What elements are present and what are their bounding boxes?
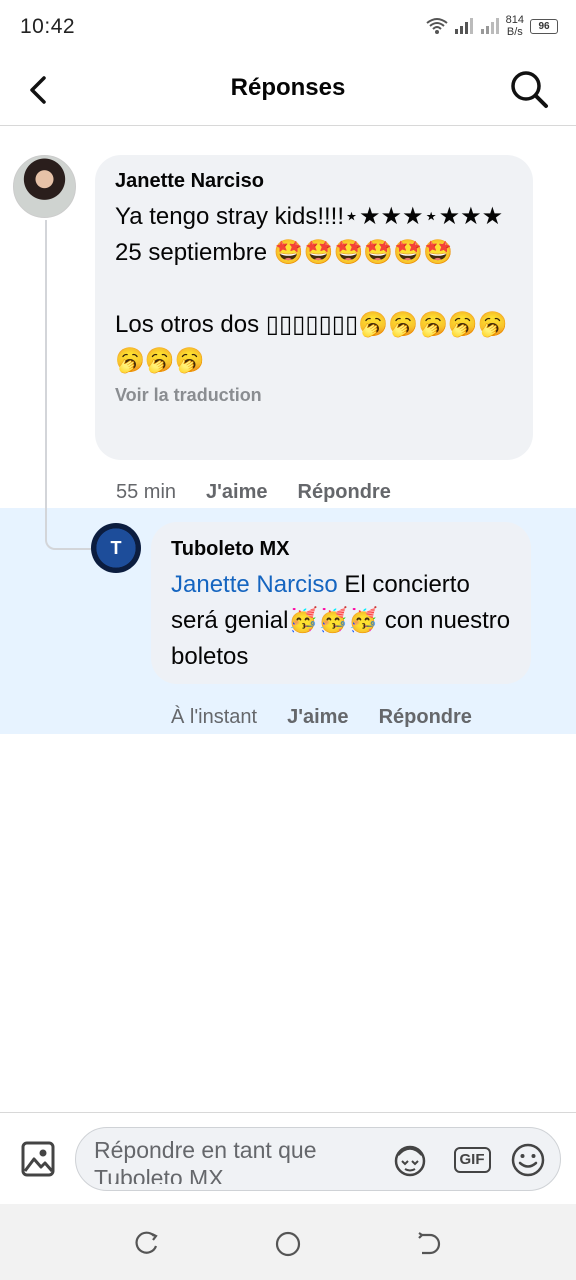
signal-icon-2 [480, 18, 499, 34]
reply-actions: À l'instant J'aime Répondre [171, 706, 472, 729]
reply-text: Janette Narciso El concierto será genial… [171, 567, 511, 675]
reply-time: À l'instant [171, 706, 258, 728]
status-time: 10:42 [20, 15, 76, 38]
comment-time: 55 min [116, 481, 177, 503]
header: Réponses [0, 54, 576, 126]
recent-apps-icon[interactable] [134, 1230, 162, 1258]
emoji-icon[interactable] [508, 1142, 548, 1178]
thread-connector [45, 220, 91, 550]
mention-link[interactable]: Janette Narciso [171, 571, 338, 598]
like-button[interactable]: J'aime [206, 481, 267, 504]
translate-link[interactable]: Voir la traduction [115, 385, 513, 406]
system-nav-bar [0, 1204, 576, 1280]
reply-bubble[interactable]: Tuboleto MX Janette Narciso El concierto… [151, 522, 531, 684]
comment-actions: 55 min J'aime Répondre [116, 481, 391, 504]
compose-bar: Répondre en tant que Tuboleto MX GIF [0, 1112, 576, 1204]
reply-button[interactable]: Répondre [298, 481, 391, 504]
nav-back-icon[interactable] [414, 1230, 442, 1258]
status-indicators: 814 B/s 96 [426, 14, 558, 38]
avatar-janette[interactable] [13, 155, 76, 218]
avatar-tuboleto[interactable]: T [91, 523, 141, 573]
page-title: Réponses [230, 74, 346, 101]
comment-author[interactable]: Janette Narciso [115, 170, 513, 193]
reply-placeholder: Répondre en tant que Tuboleto MX [94, 1137, 317, 1184]
gif-button[interactable]: GIF [452, 1142, 492, 1178]
net-speed-unit: B/s [506, 26, 523, 38]
avatar-sticker-icon[interactable] [390, 1142, 430, 1178]
photo-icon[interactable] [20, 1139, 56, 1179]
wifi-icon [426, 18, 448, 34]
like-button[interactable]: J'aime [287, 706, 348, 729]
battery-icon: 96 [530, 18, 558, 34]
reply-input[interactable]: Répondre en tant que Tuboleto MX GIF [75, 1127, 561, 1191]
comment-text: Ya tengo stray kids!!!!⋆★★★⋆★★★ 25 septi… [115, 203, 508, 374]
reply-author[interactable]: Tuboleto MX [171, 538, 511, 561]
avatar-logo-text: T [110, 537, 122, 558]
battery-level: 96 [538, 20, 550, 32]
net-speed-value: 814 [505, 14, 524, 26]
home-icon[interactable] [274, 1230, 302, 1258]
gif-label: GIF [453, 1147, 491, 1173]
search-icon[interactable] [508, 68, 550, 110]
reply-button[interactable]: Répondre [379, 706, 472, 729]
signal-icon [454, 18, 473, 34]
status-bar: 10:42 814 B/s 96 [0, 0, 576, 54]
net-speed: 814 B/s [506, 14, 524, 38]
comment-bubble[interactable]: Janette Narciso Ya tengo stray kids!!!!⋆… [95, 155, 533, 460]
